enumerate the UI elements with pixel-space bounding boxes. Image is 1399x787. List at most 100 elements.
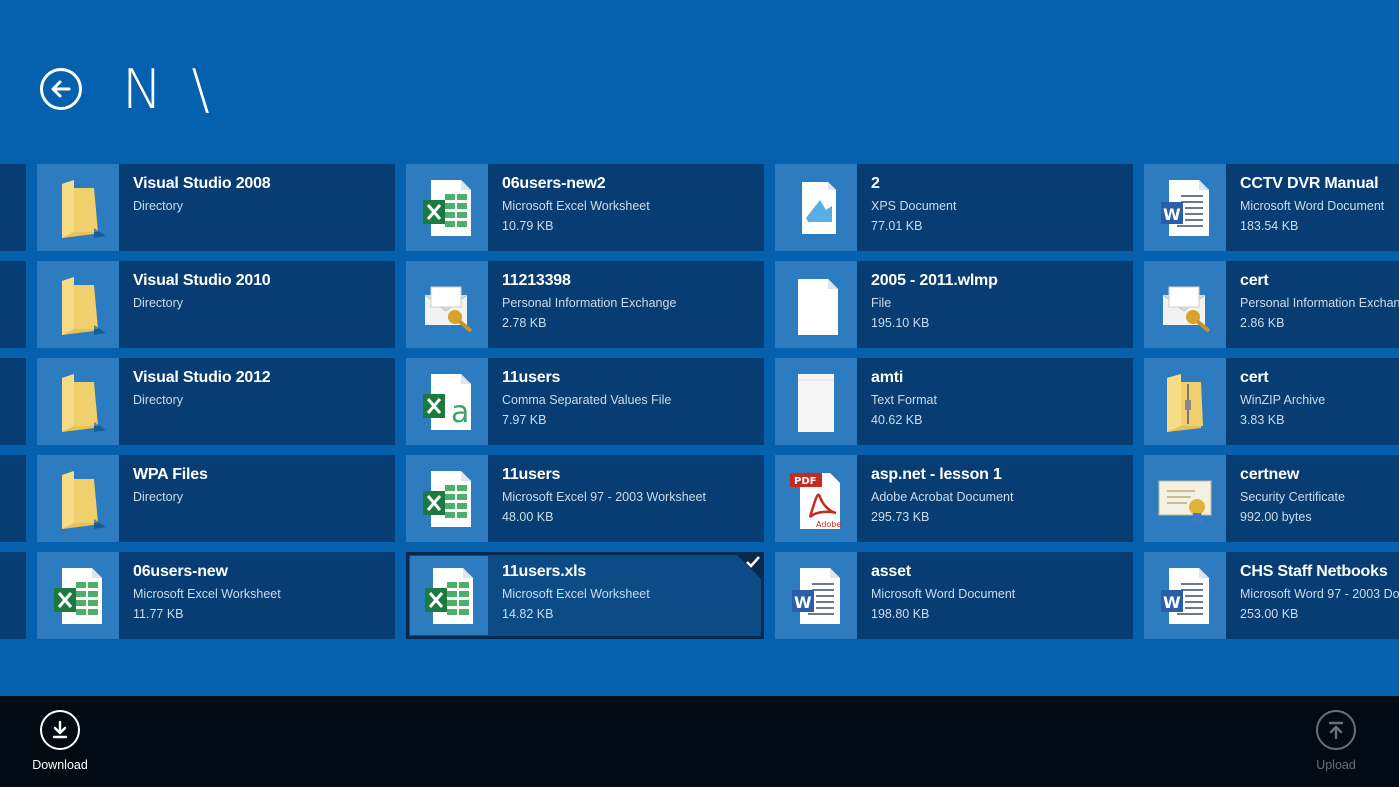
file-name: CHS Staff Netbooks [1240,563,1388,580]
excel-icon [406,455,488,542]
file-name: 11users [502,369,561,386]
file-name: 2005 - 2011.wlmp [871,272,998,289]
excel-icon [410,556,488,635]
file-tile[interactable]: amti Text Format 40.62 KB [775,358,1133,445]
download-label: Download [32,758,88,772]
folder-icon [37,261,119,348]
file-tile[interactable]: Visual Studio 2008 Directory [37,164,395,251]
upload-icon [1328,721,1344,740]
file-type: Microsoft Excel 97 - 2003 Worksheet [502,490,707,504]
file-size: 183.54 KB [1240,219,1299,233]
file-tile[interactable]: W CHS Staff Netbooks Microsoft Word 97 - 2… [1144,552,1399,639]
svg-text:a: a [451,395,469,430]
file-tile[interactable]: WPA Files Directory [37,455,395,542]
download-button[interactable]: Download [20,710,100,772]
certificate-key-icon [1144,261,1226,348]
file-tile[interactable]: 06users-new2 Microsoft Excel Worksheet 10.… [406,164,764,251]
file-type: File [871,296,892,310]
file-tile[interactable]: certnew Security Certificate 992.00 bytes [1144,455,1399,542]
file-size: 992.00 bytes [1240,510,1312,524]
security-certificate-icon [1144,455,1226,542]
upload-label: Upload [1316,758,1356,772]
svg-text:W: W [1163,205,1181,224]
file-name: certnew [1240,466,1300,483]
partial-tile-edge [0,358,26,445]
file-tile[interactable]: PDF Adobe asp.net - lesson 1 Adobe Acrobat … [775,455,1133,542]
file-tile[interactable]: cert WinZIP Archive 3.83 KB [1144,358,1399,445]
file-name: asset [871,563,911,580]
file-tile[interactable]: W CCTV DVR Manual Microsoft Word Document 1… [1144,164,1399,251]
file-type: XPS Document [871,199,957,213]
file-size: 3.83 KB [1240,413,1285,427]
svg-text:Adobe: Adobe [816,520,841,529]
file-name: 06users-new [133,563,228,580]
file-type: Microsoft Word 97 - 2003 Document [1240,587,1399,601]
file-size: 253.00 KB [1240,607,1299,621]
file-size: 198.80 KB [871,607,930,621]
file-type: Microsoft Excel Worksheet [502,587,650,601]
partial-tile-edge [0,164,26,251]
download-icon [52,720,68,739]
partial-tile-edge [0,455,26,542]
file-size: 7.97 KB [502,413,547,427]
file-tile[interactable]: 06users-new Microsoft Excel Worksheet 11.7… [37,552,395,639]
pdf-icon: PDF Adobe [775,455,857,542]
file-tile[interactable]: 11213398 Personal Information Exchange 2.7… [406,261,764,348]
file-size: 40.62 KB [871,413,923,427]
file-name: cert [1240,272,1269,289]
file-name: cert [1240,369,1269,386]
file-type: Text Format [871,393,937,407]
file-tile[interactable]: 11users.xls Microsoft Excel Worksheet 14.8… [406,552,764,639]
file-type: Personal Information Exchange [1240,296,1399,310]
file-name: Visual Studio 2012 [133,369,271,386]
file-name: asp.net - lesson 1 [871,466,1002,483]
header: N \ [0,0,1399,160]
checkmark-icon [746,556,760,568]
file-size: 10.79 KB [502,219,554,233]
file-type: Comma Separated Values File [502,393,672,407]
excel-icon [406,164,488,251]
file-type: Directory [133,490,184,504]
file-type: Microsoft Excel Worksheet [133,587,281,601]
file-size: 195.10 KB [871,316,930,330]
file-type: Microsoft Word Document [1240,199,1385,213]
partial-tile-edge [0,552,26,639]
file-tile[interactable]: 2005 - 2011.wlmp File 195.10 KB [775,261,1133,348]
file-type: Personal Information Exchange [502,296,677,310]
folder-icon [37,164,119,251]
xps-icon [775,164,857,251]
file-size: 11.77 KB [133,607,184,621]
file-tile[interactable]: 11users Microsoft Excel 97 - 2003 Workshe… [406,455,764,542]
file-type: Directory [133,393,184,407]
svg-text:PDF: PDF [794,476,816,487]
word-icon: W [775,552,857,639]
file-tile[interactable]: a 11users Comma Separated Values File 7.97 … [406,358,764,445]
file-tile[interactable]: 2 XPS Document 77.01 KB [775,164,1133,251]
file-name: Visual Studio 2010 [133,272,271,289]
zip-folder-icon [1144,358,1226,445]
blank-file-icon [775,261,857,348]
file-type: Microsoft Excel Worksheet [502,199,650,213]
file-name: 11users [502,466,561,483]
file-name: WPA Files [133,466,208,483]
file-name: CCTV DVR Manual [1240,175,1379,192]
upload-button[interactable]: Upload [1296,710,1376,772]
svg-text:W: W [794,593,812,612]
file-name: 2 [871,175,880,192]
file-size: 48.00 KB [502,510,554,524]
file-type: Microsoft Word Document [871,587,1016,601]
partial-tile-edge [0,261,26,348]
file-type: Adobe Acrobat Document [871,490,1014,504]
back-arrow-icon [51,80,71,98]
file-grid: Visual Studio 2008 Directory Visual Studio… [0,164,1399,644]
file-type: Directory [133,199,184,213]
excel-icon [37,552,119,639]
file-tile[interactable]: Wasset Microsoft Word Document 198.80 KB [775,552,1133,639]
file-tile[interactable]: cert Personal Information Exchange 2.86 KB [1144,261,1399,348]
file-type: Security Certificate [1240,490,1345,504]
file-tile[interactable]: Visual Studio 2012 Directory [37,358,395,445]
word-icon: W [1144,552,1226,639]
word-icon: W [1144,164,1226,251]
back-button[interactable] [40,68,82,110]
file-tile[interactable]: Visual Studio 2010 Directory [37,261,395,348]
